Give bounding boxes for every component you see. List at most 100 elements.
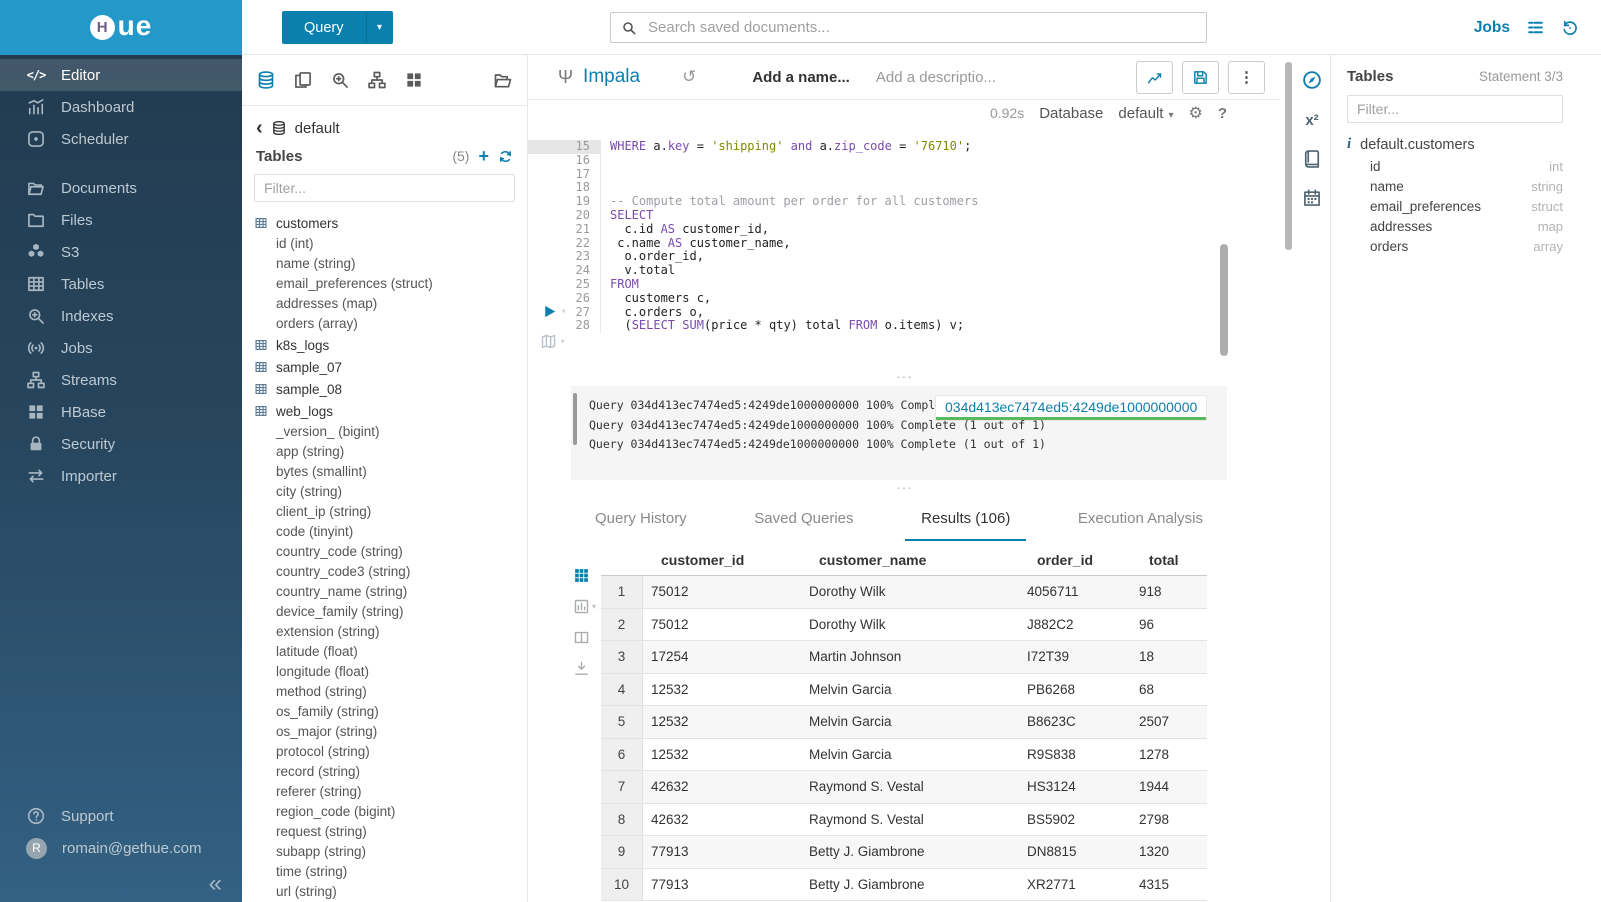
column-item[interactable]: longitude (float)	[254, 662, 527, 682]
code-scrollbar[interactable]	[1220, 244, 1228, 356]
table-item-web-logs[interactable]: web_logs	[254, 400, 527, 422]
column-item[interactable]: url (string)	[254, 882, 527, 902]
run-options-caret-icon[interactable]: ▾	[561, 307, 566, 317]
column-item[interactable]: country_code (string)	[254, 542, 527, 562]
editor-history-icon[interactable]: ↺	[682, 67, 696, 87]
sidebar-item-indexes[interactable]: Indexes	[0, 300, 242, 332]
tab-saved-queries[interactable]: Saved Queries	[738, 502, 869, 541]
help-icon[interactable]: ?	[1218, 105, 1227, 122]
databases-icon[interactable]	[256, 70, 276, 90]
hue-logo[interactable]: H ue	[0, 0, 242, 55]
column-item[interactable]: latitude (float)	[254, 642, 527, 662]
result-row[interactable]: 412532Melvin GarciaPB626868	[601, 674, 1207, 707]
sidebar-item-importer[interactable]: Importer	[0, 460, 242, 492]
column-item[interactable]: region_code (bigint)	[254, 802, 527, 822]
code-editor[interactable]: 15WHERE a.key = 'shipping' and a.zip_cod…	[528, 140, 1281, 380]
explain-options-caret-icon[interactable]: ▾	[560, 337, 565, 347]
result-row[interactable]: 977913Betty J. GiambroneDN88151320	[601, 836, 1207, 869]
column-item[interactable]: app (string)	[254, 442, 527, 462]
query-history-icon[interactable]	[1561, 19, 1579, 37]
column-item[interactable]: code (tinyint)	[254, 522, 527, 542]
job-id-badge[interactable]: 034d413ec7474ed5:4249de1000000000	[936, 396, 1206, 420]
documents-icon[interactable]	[293, 70, 313, 90]
sidebar-item-dashboard[interactable]: Dashboard	[0, 91, 242, 123]
column-item[interactable]: method (string)	[254, 682, 527, 702]
schema-column-name[interactable]: namestring	[1347, 176, 1563, 196]
global-search[interactable]	[610, 12, 1207, 43]
result-row[interactable]: 317254Martin JohnsonI72T3918	[601, 641, 1207, 674]
table-item-sample-07[interactable]: sample_07	[254, 356, 527, 378]
column-item[interactable]: id (int)	[254, 234, 527, 254]
sidebar-item-support[interactable]: Support	[0, 800, 242, 832]
sidebar-item-tables[interactable]: Tables	[0, 268, 242, 300]
sidebar-item-user[interactable]: Rromain@gethue.com	[0, 832, 242, 864]
run-query-icon[interactable]	[541, 303, 558, 320]
column-item[interactable]: orders (array)	[254, 314, 527, 334]
result-row[interactable]: 742632Raymond S. VestalHS31241944	[601, 771, 1207, 804]
search-input[interactable]	[646, 18, 1196, 37]
tab-execution-analysis[interactable]: Execution Analysis	[1062, 502, 1219, 541]
database-select[interactable]: default▾	[1118, 105, 1173, 122]
sidebar-item-documents[interactable]: Documents	[0, 172, 242, 204]
shared-documents-icon[interactable]	[493, 70, 513, 90]
result-row[interactable]: 842632Raymond S. VestalBS59022798	[601, 804, 1207, 837]
schema-column-id[interactable]: idint	[1347, 156, 1563, 176]
column-item[interactable]: os_family (string)	[254, 702, 527, 722]
query-description-field[interactable]: Add a descriptio...	[876, 69, 996, 86]
search-icon[interactable]	[330, 70, 350, 90]
sidebar-item-security[interactable]: Security	[0, 428, 242, 460]
tab-results-106-[interactable]: Results (106)	[905, 502, 1026, 541]
back-chevron-icon[interactable]: ‹	[256, 118, 263, 138]
schema-column-addresses[interactable]: addressesmap	[1347, 216, 1563, 236]
sidebar-item-streams[interactable]: Streams	[0, 364, 242, 396]
language-reference-icon[interactable]	[1302, 149, 1322, 169]
collapse-sidebar-icon[interactable]: «	[209, 872, 222, 896]
column-item[interactable]: email_preferences (struct)	[254, 274, 527, 294]
explain-map-icon[interactable]	[540, 333, 557, 350]
column-item[interactable]: subapp (string)	[254, 842, 527, 862]
result-row[interactable]: 612532Melvin GarciaR9S8381278	[601, 739, 1207, 772]
column-item[interactable]: country_name (string)	[254, 582, 527, 602]
result-row[interactable]: 175012Dorothy Wilk4056711918	[601, 576, 1207, 609]
column-item[interactable]: name (string)	[254, 254, 527, 274]
tab-query-history[interactable]: Query History	[579, 502, 703, 541]
sidebar-item-editor[interactable]: </>Editor	[0, 59, 242, 91]
column-item[interactable]: client_ip (string)	[254, 502, 527, 522]
column-item[interactable]: request (string)	[254, 822, 527, 842]
query-button[interactable]: Query	[282, 11, 366, 44]
column-item[interactable]: os_major (string)	[254, 722, 527, 742]
column-item[interactable]: bytes (smallint)	[254, 462, 527, 482]
column-item[interactable]: device_family (string)	[254, 602, 527, 622]
result-row[interactable]: 1077913Betty J. GiambroneXR27714315	[601, 869, 1207, 902]
table-item-k8s-logs[interactable]: k8s_logs	[254, 334, 527, 356]
resize-handle-bottom[interactable]: ···	[528, 483, 1281, 491]
column-item[interactable]: referer (string)	[254, 782, 527, 802]
chart-view-button[interactable]: ▾	[573, 598, 596, 615]
jobs-link[interactable]: Jobs	[1474, 19, 1510, 37]
sidebar-item-hbase[interactable]: HBase	[0, 396, 242, 428]
jobs-list-icon[interactable]	[1526, 18, 1545, 37]
column-item[interactable]: city (string)	[254, 482, 527, 502]
grid-view-button[interactable]	[573, 567, 590, 584]
column-item[interactable]: addresses (map)	[254, 294, 527, 314]
workflows-icon[interactable]	[367, 70, 387, 90]
query-dropdown-button[interactable]: ▾	[366, 11, 393, 44]
info-icon[interactable]: i	[1347, 136, 1351, 153]
add-table-icon[interactable]: +	[478, 147, 489, 165]
right-filter-input[interactable]	[1347, 95, 1563, 123]
table-item-sample-08[interactable]: sample_08	[254, 378, 527, 400]
sidebar-item-jobs[interactable]: Jobs	[0, 332, 242, 364]
explain-chart-button[interactable]	[1136, 61, 1173, 94]
column-item[interactable]: time (string)	[254, 862, 527, 882]
column-item[interactable]: protocol (string)	[254, 742, 527, 762]
sidebar-item-s3[interactable]: S3	[0, 236, 242, 268]
functions-icon[interactable]: x²	[1302, 110, 1322, 130]
schedule-icon[interactable]	[1302, 188, 1322, 208]
download-results-button[interactable]	[573, 660, 590, 677]
result-row[interactable]: 275012Dorothy WilkJ882C296	[601, 609, 1207, 642]
sidebar-item-files[interactable]: Files	[0, 204, 242, 236]
table-item-customers[interactable]: customers	[254, 212, 527, 234]
column-item[interactable]: extension (string)	[254, 622, 527, 642]
tables-filter-input[interactable]	[254, 174, 515, 202]
schema-column-email-preferences[interactable]: email_preferencesstruct	[1347, 196, 1563, 216]
